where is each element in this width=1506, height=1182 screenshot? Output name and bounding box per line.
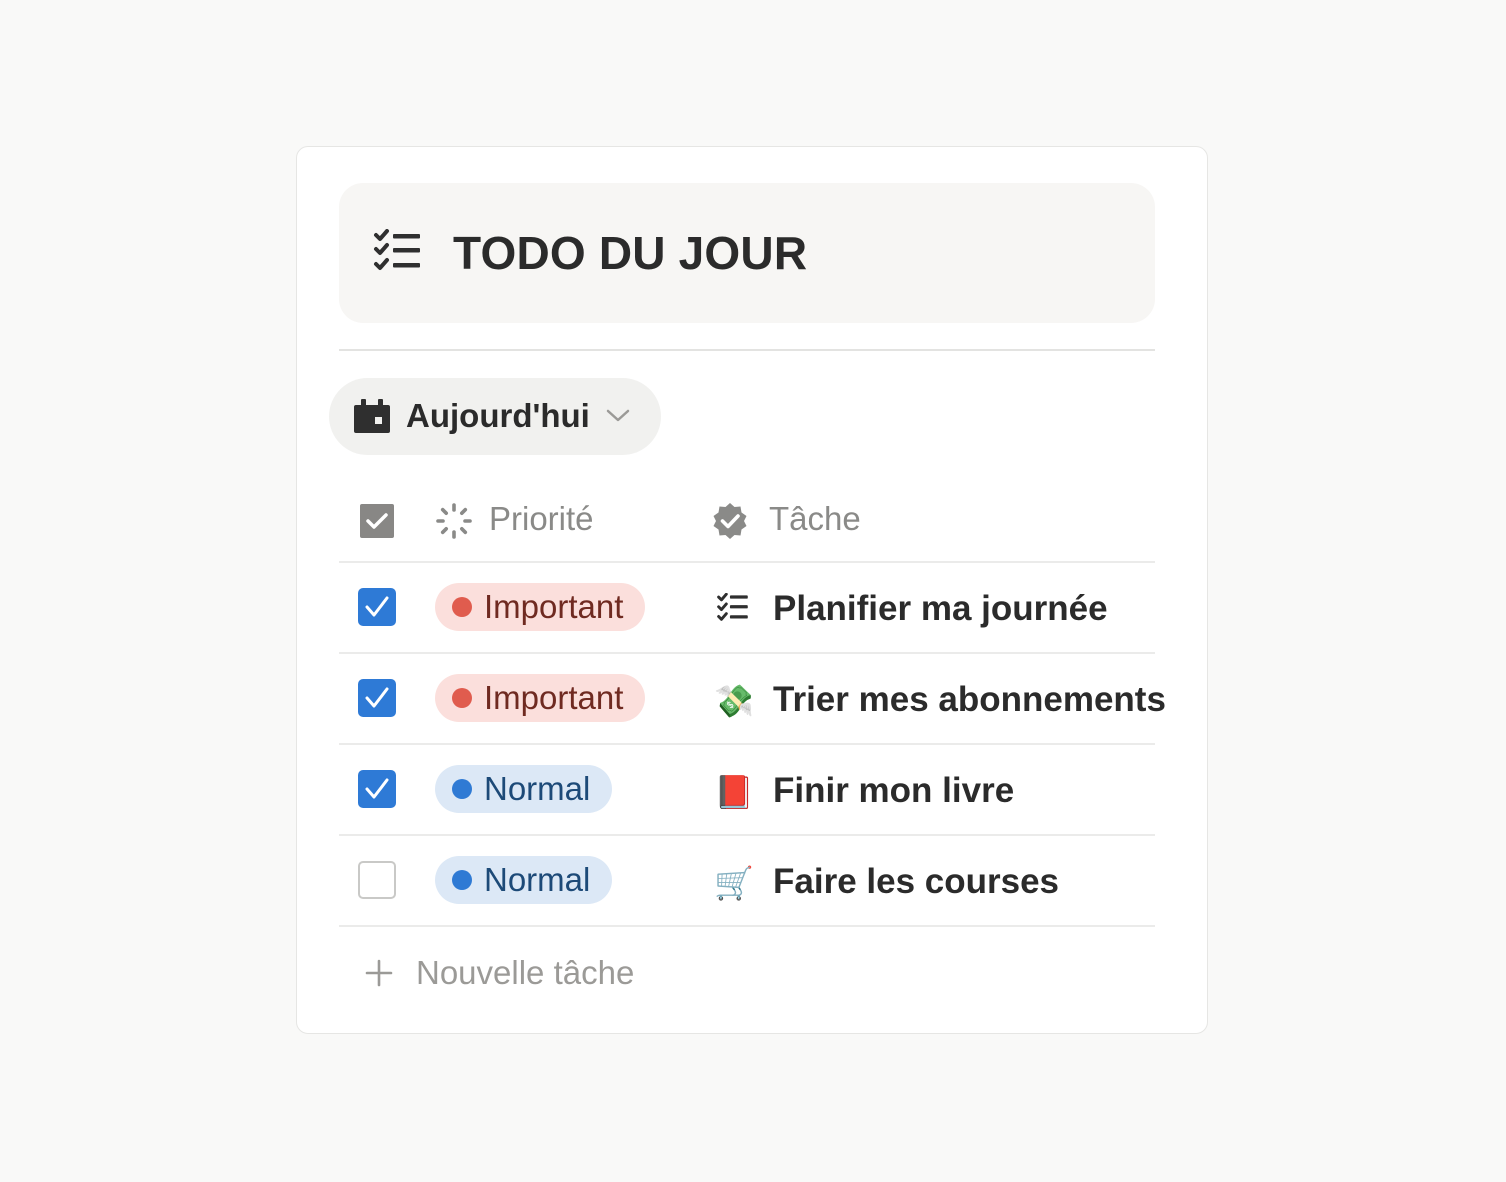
checkmark-icon [365,778,389,799]
status-dot [452,779,472,799]
checkbox-icon [366,513,388,529]
verified-badge-icon [713,503,747,539]
plus-icon [365,959,393,987]
task-title[interactable]: Planifier ma journée [773,587,1108,631]
page-title: TODO DU JOUR [453,227,808,279]
status-dot [452,870,472,890]
task-title[interactable]: Faire les courses [773,860,1059,904]
select-all-checkbox[interactable] [360,504,394,538]
table-row: Important Planifier ma journée [339,563,1155,654]
checklist-icon [374,229,420,270]
date-filter-button[interactable]: Aujourd'hui [329,378,661,455]
calendar-icon [354,399,390,433]
money-wings-icon: 💸 [714,683,754,719]
date-filter-label: Aujourd'hui [406,397,590,434]
chevron-down-icon [606,409,630,422]
priority-tag-normal[interactable]: Normal [435,856,613,904]
checklist-icon [717,593,748,621]
new-task-button[interactable]: Nouvelle tâche [339,927,1155,1023]
priority-tag-important[interactable]: Important [435,583,646,631]
priority-label: Normal [484,770,591,807]
todo-header: TODO DU JOUR [339,183,1155,323]
table-header-row: Priorité Tâche [339,471,1155,563]
task-title[interactable]: Finir mon livre [773,769,1014,813]
checkmark-icon [365,687,389,708]
priority-column-header[interactable]: Priorité [489,499,594,539]
task-checkbox-checked[interactable] [358,588,396,626]
loading-spinner-icon [436,503,472,539]
priority-label: Important [484,588,624,625]
task-checkbox-checked[interactable] [358,770,396,808]
priority-label: Important [484,679,624,716]
red-book-icon: 📕 [714,774,754,810]
todo-card: TODO DU JOUR Aujourd'hui Priorité Tâche … [296,146,1208,1034]
shopping-cart-icon: 🛒 [714,865,754,901]
table-row: Normal 📕 Finir mon livre [339,745,1155,836]
divider [339,349,1155,351]
task-checkbox-checked[interactable] [358,679,396,717]
status-dot [452,597,472,617]
task-title[interactable]: Trier mes abonnements [773,678,1166,722]
new-task-label: Nouvelle tâche [416,954,635,991]
table-row: Normal 🛒 Faire les courses [339,836,1155,927]
task-column-header[interactable]: Tâche [769,499,861,539]
task-checkbox-unchecked[interactable] [358,861,396,899]
priority-tag-important[interactable]: Important [435,674,646,722]
status-dot [452,688,472,708]
task-table: Priorité Tâche Important Planifier ma jo… [339,471,1166,1023]
priority-label: Normal [484,861,591,898]
priority-tag-normal[interactable]: Normal [435,765,613,813]
table-row: Important 💸 Trier mes abonnements [339,654,1166,745]
checkmark-icon [365,596,389,617]
